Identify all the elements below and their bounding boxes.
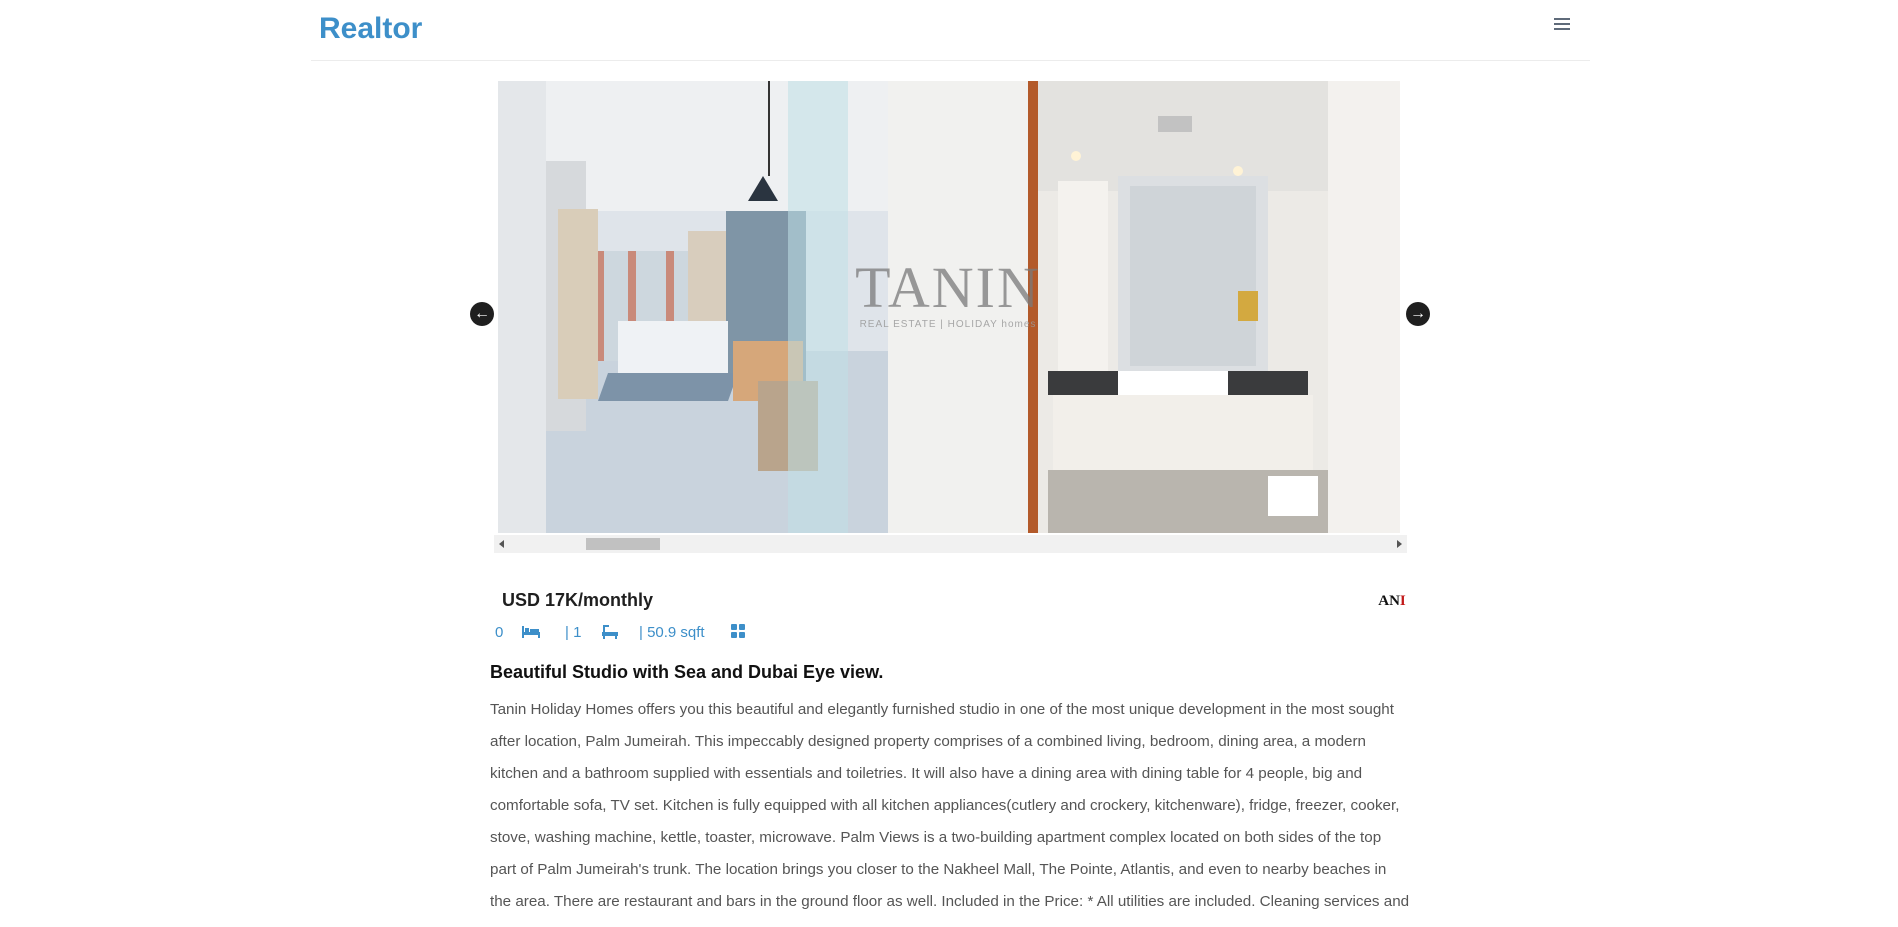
scrollbar-thumb[interactable] (586, 538, 660, 550)
watermark: TANIN REAL ESTATE | HOLIDAY homes (855, 255, 1041, 331)
bathtub-icon (601, 624, 619, 644)
brand-logo[interactable]: Realtor (319, 12, 422, 46)
agent-logo[interactable]: ANI (1374, 586, 1410, 616)
arrow-right-icon: → (1410, 305, 1426, 322)
bed-icon (522, 624, 540, 642)
hamburger-menu-icon[interactable] (1554, 18, 1570, 34)
property-image: TANIN REAL ESTATE | HOLIDAY homes (498, 81, 1400, 533)
grid-icon (731, 624, 747, 642)
listing-price: USD 17K/monthly (502, 590, 654, 610)
prev-image-button[interactable]: ← (470, 302, 494, 326)
listing-title: Beautiful Studio with Sea and Dubai Eye … (490, 662, 884, 682)
listing-description: Tanin Holiday Homes offers you this beau… (490, 701, 1410, 927)
gallery-scrollbar[interactable] (494, 535, 1407, 553)
arrow-left-icon: ← (474, 305, 490, 322)
area-value: | 50.9 sqft (639, 624, 705, 641)
bedrooms-count: 0 (495, 624, 504, 641)
scroll-right-icon[interactable] (1397, 540, 1402, 548)
top-navbar: Realtor (311, 0, 1590, 61)
scroll-left-icon[interactable] (499, 540, 504, 548)
next-image-button[interactable]: → (1406, 302, 1430, 326)
bathrooms-count: | 1 (565, 624, 582, 641)
